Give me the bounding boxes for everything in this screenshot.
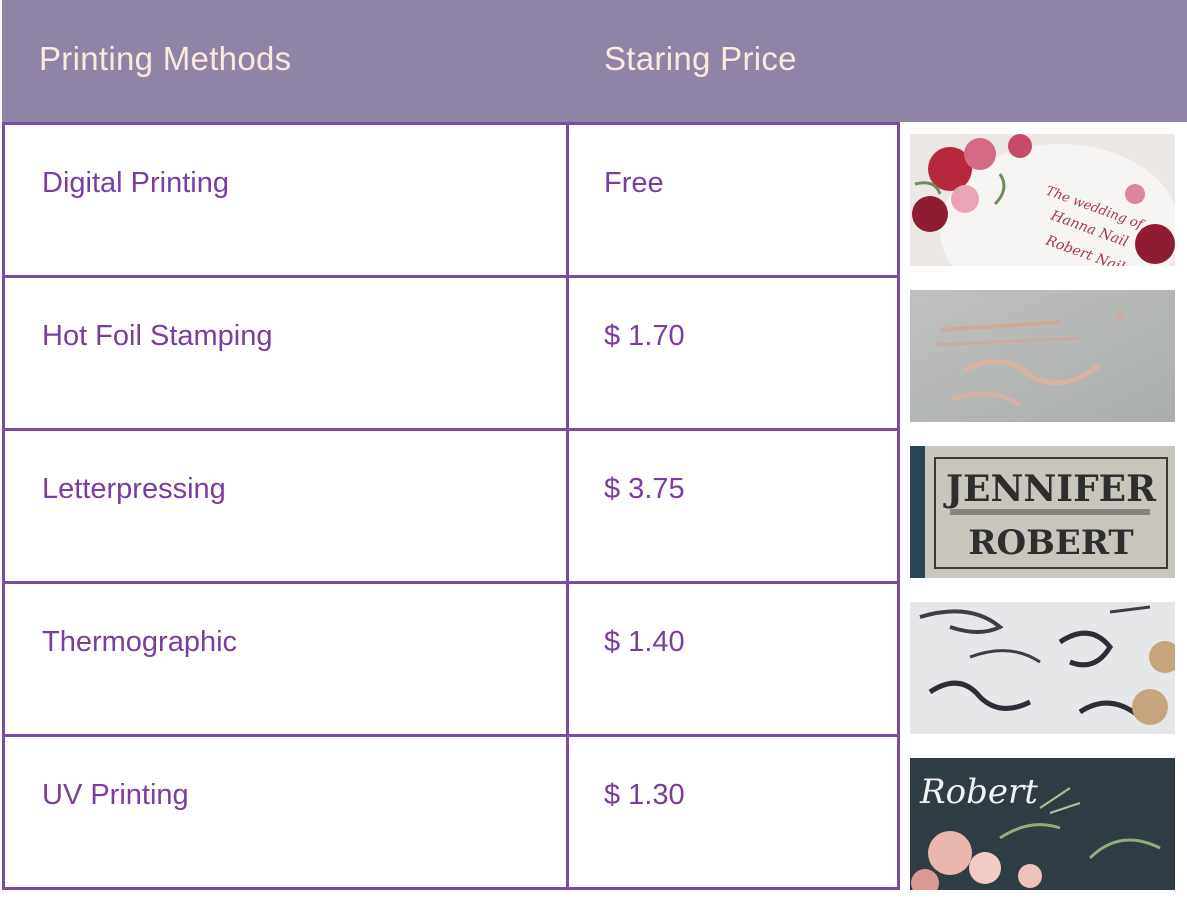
letterpress-image: JENNIFER ROBERT <box>910 446 1175 578</box>
method-label: Digital Printing <box>42 167 229 199</box>
price-label: Free <box>604 167 664 199</box>
method-cell: Thermographic <box>2 581 569 737</box>
table-row: UV Printing $ 1.30 <box>2 734 900 890</box>
table-row: Thermographic $ 1.40 <box>2 581 900 737</box>
price-label: $ 1.70 <box>604 320 685 352</box>
method-cell: UV Printing <box>2 734 569 890</box>
uv-name: Robert <box>919 772 1038 812</box>
price-label: $ 3.75 <box>604 473 685 505</box>
price-cell: $ 1.30 <box>566 734 900 890</box>
price-cell: $ 1.70 <box>566 275 900 431</box>
thermographic-image <box>910 602 1175 734</box>
price-cell: $ 1.40 <box>566 581 900 737</box>
letterpress-name-1: JENNIFER <box>943 468 1157 510</box>
price-label: $ 1.30 <box>604 779 685 811</box>
pricing-table: Digital Printing Free Hot Foil Stamping … <box>2 122 900 890</box>
method-cell: Hot Foil Stamping <box>2 275 569 431</box>
table-row: Hot Foil Stamping $ 1.70 <box>2 275 900 431</box>
method-label: Thermographic <box>42 626 238 658</box>
header-starting-price: Staring Price <box>604 40 797 77</box>
method-cell: Digital Printing <box>2 122 569 278</box>
price-cell: Free <box>566 122 900 278</box>
method-cell: Letterpressing <box>2 428 569 584</box>
method-label: UV Printing <box>42 779 189 811</box>
table-row: Letterpressing $ 3.75 <box>2 428 900 584</box>
price-cell: $ 3.75 <box>566 428 900 584</box>
table-row: Digital Printing Free <box>2 122 900 278</box>
table-header: Printing Methods Staring Price <box>2 0 1187 122</box>
hot-foil-image <box>910 290 1175 422</box>
uv-printing-image: Robert <box>910 758 1175 890</box>
price-label: $ 1.40 <box>604 626 685 658</box>
digital-printing-image: The wedding of Hanna Nail Robert Nail <box>910 134 1175 266</box>
header-printing-methods: Printing Methods <box>39 40 292 77</box>
method-label: Letterpressing <box>42 473 226 505</box>
method-label: Hot Foil Stamping <box>42 320 273 352</box>
letterpress-name-2: ROBERT <box>968 523 1133 563</box>
